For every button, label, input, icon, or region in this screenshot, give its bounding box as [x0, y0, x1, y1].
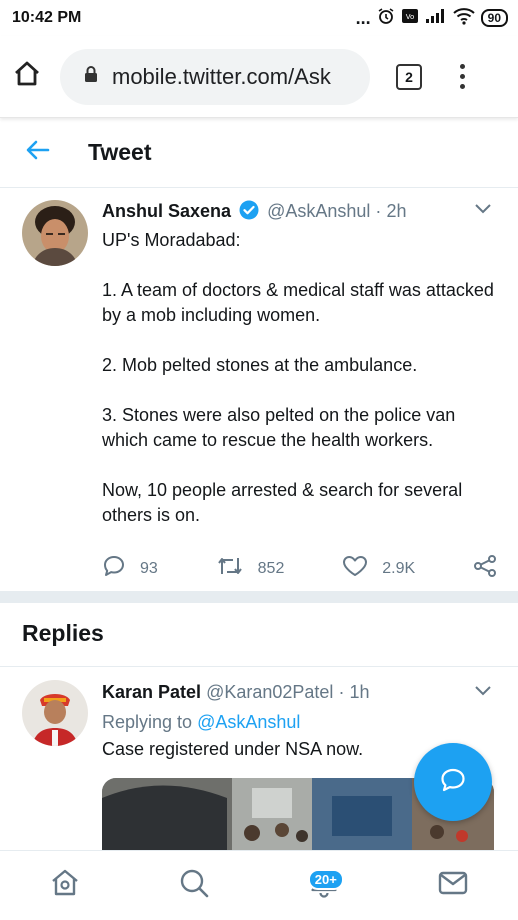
nav-messages[interactable]	[423, 861, 483, 911]
home-icon[interactable]	[12, 59, 42, 94]
nav-home[interactable]	[35, 861, 95, 911]
status-icons: ... Vo 90	[356, 7, 508, 30]
reply-count: 93	[140, 559, 158, 577]
tweet-paragraph: 3. Stones were also pelted on the police…	[102, 405, 456, 450]
like-count: 2.9K	[382, 559, 416, 577]
back-arrow-icon[interactable]	[26, 140, 50, 165]
heart-icon	[342, 554, 368, 583]
reply-icon	[102, 554, 126, 583]
author-name[interactable]: Anshul Saxena	[102, 201, 231, 221]
reply-text: Case registered under NSA now.	[102, 739, 364, 759]
compose-tweet-button[interactable]	[414, 743, 492, 821]
tweet-meta: Anshul Saxena @AskAnshul · 2h	[102, 200, 406, 225]
retweet-button[interactable]: 852	[216, 555, 285, 582]
replies-heading: Replies	[22, 620, 104, 646]
volte-icon: Vo	[401, 8, 419, 29]
tweet-paragraph: UP's Moradabad:	[102, 230, 241, 250]
tweet-time[interactable]: 2h	[386, 201, 406, 221]
reply-time[interactable]: 1h	[349, 682, 369, 702]
reply-meta-separator: ·	[338, 682, 345, 702]
chevron-down-icon[interactable]	[474, 202, 492, 220]
reply-chevron-down-icon[interactable]	[474, 684, 492, 702]
signal-icon	[425, 8, 447, 29]
replying-to: Replying to @AskAnshul	[102, 712, 300, 733]
nav-search[interactable]	[164, 861, 224, 911]
status-time: 10:42 PM	[12, 9, 82, 26]
page-header: Tweet	[0, 118, 518, 188]
retweet-count: 852	[257, 559, 285, 577]
home-nav-icon	[49, 867, 81, 904]
like-button[interactable]: 2.9K	[342, 554, 415, 583]
browser-toolbar: mobile.twitter.com/Ask 2	[0, 36, 518, 118]
tweet-paragraph: 1. A team of doctors & medical staff was…	[102, 280, 494, 325]
address-bar[interactable]: mobile.twitter.com/Ask	[60, 48, 370, 105]
lock-icon	[84, 65, 98, 88]
reply-author-handle[interactable]: @Karan02Patel	[206, 682, 333, 702]
svg-text:Vo: Vo	[405, 13, 414, 21]
avatar[interactable]	[22, 200, 88, 266]
battery-indicator: 90	[480, 9, 508, 27]
wifi-icon	[452, 7, 475, 30]
tweet-text: UP's Moradabad: 1. A team of doctors & m…	[102, 228, 502, 553]
verified-icon	[239, 200, 259, 225]
tweet-actions: 93 852 2.9K	[102, 554, 497, 583]
url-text: mobile.twitter.com/Ask	[112, 63, 331, 89]
mail-icon	[437, 869, 469, 902]
author-handle[interactable]: @AskAnshul	[267, 201, 370, 221]
retweet-icon	[216, 555, 244, 582]
tweet-paragraph: Now, 10 people arrested & search for sev…	[102, 480, 463, 525]
nav-notifications[interactable]: 20+	[294, 861, 354, 911]
replying-to-label: Replying to	[102, 712, 193, 732]
browser-menu-icon[interactable]	[460, 64, 465, 89]
reply-meta: Karan Patel @Karan02Patel · 1h	[102, 682, 369, 703]
divider	[0, 666, 518, 667]
reply-avatar[interactable]	[22, 680, 88, 746]
notifications-badge: 20+	[307, 868, 344, 890]
reply-author-name[interactable]: Karan Patel	[102, 682, 201, 702]
section-divider	[0, 591, 518, 603]
compose-bubble-icon	[439, 766, 467, 799]
page-title: Tweet	[88, 139, 152, 165]
replying-to-handle[interactable]: @AskAnshul	[197, 712, 300, 732]
tab-switcher-button[interactable]: 2	[396, 63, 422, 90]
reply-button[interactable]: 93	[102, 554, 158, 583]
alarm-icon	[377, 7, 395, 30]
share-icon	[473, 554, 497, 583]
share-button[interactable]	[473, 554, 497, 583]
bottom-navigation: 20+	[0, 850, 518, 920]
more-notifications-icon: ...	[355, 8, 371, 28]
meta-separator: ·	[375, 201, 382, 221]
status-bar: 10:42 PM ... Vo 90	[0, 0, 518, 36]
search-icon	[178, 867, 210, 904]
tweet-paragraph: 2. Mob pelted stones at the ambulance.	[102, 355, 418, 375]
